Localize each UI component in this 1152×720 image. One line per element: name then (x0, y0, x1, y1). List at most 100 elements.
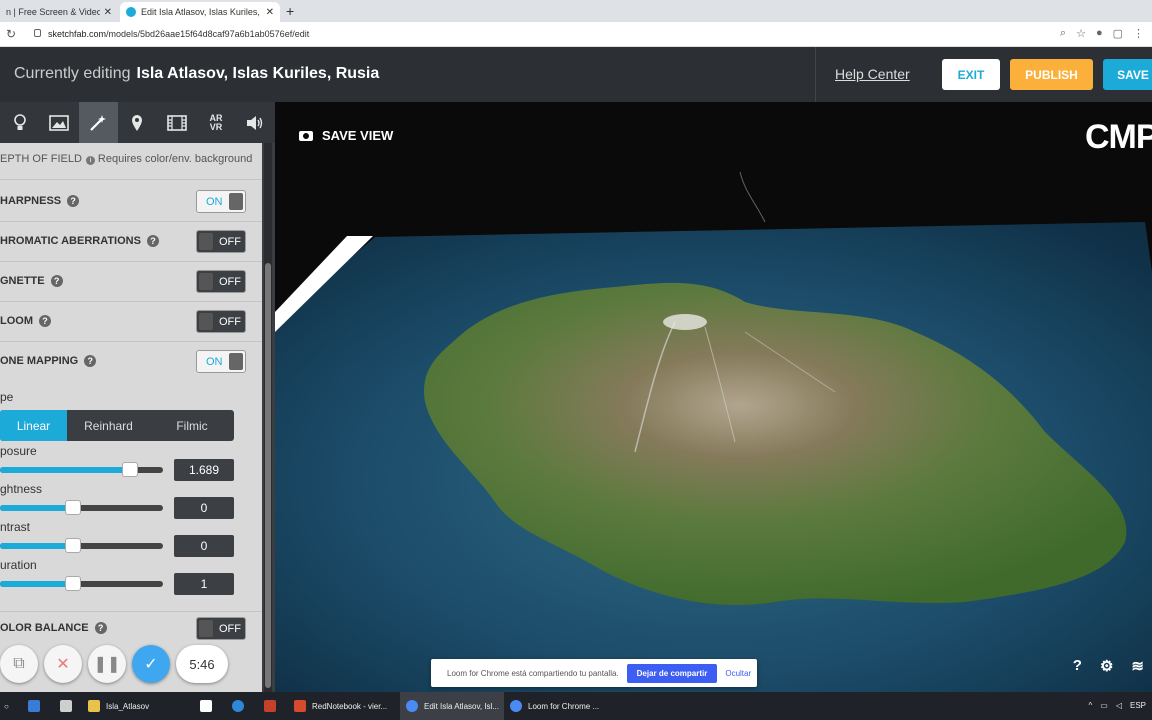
viewport-controls: ? ⚙ ≋ (1073, 657, 1144, 675)
lock-icon[interactable] (34, 29, 41, 37)
save-view-button[interactable]: SAVE VIEW (299, 128, 393, 143)
layers-icon[interactable]: ≋ (1131, 657, 1144, 675)
taskbar-item-folder[interactable]: Isla_Atlasov (88, 692, 188, 720)
file-icon[interactable] (200, 692, 218, 720)
divider (0, 341, 262, 342)
taskbar-item-chrome-loom[interactable]: Loom for Chrome ... (510, 692, 608, 720)
sharpness-label: HARPNESS? (0, 195, 80, 208)
contrast-slider[interactable] (0, 538, 163, 553)
app-icon[interactable] (264, 692, 282, 720)
slider-handle[interactable] (65, 538, 81, 553)
editing-prefix: Currently editing (14, 65, 131, 82)
exposure-slider[interactable] (0, 462, 163, 477)
finish-recording-icon[interactable]: ✓ (132, 645, 170, 683)
sound-icon[interactable] (236, 102, 275, 143)
save-button[interactable]: SAVE (1103, 59, 1152, 90)
contrast-value[interactable]: 0 (174, 535, 234, 557)
search-icon[interactable]: ○ (4, 692, 26, 720)
island-3d-model[interactable] (275, 102, 1152, 692)
bookmark-star-icon[interactable]: ☆ (1076, 27, 1086, 40)
sharpness-toggle[interactable]: ON (196, 190, 246, 213)
language-indicator[interactable]: ESP (1130, 701, 1146, 710)
slider-handle[interactable] (65, 576, 81, 591)
screen-share-banner: Loom for Chrome está compartiendo tu pan… (431, 659, 757, 687)
browser-tab-sketchfab[interactable]: Edit Isla Atlasov, Islas Kuriles, Ru ✕ (120, 2, 280, 22)
animation-icon[interactable] (157, 102, 196, 143)
camera-icon (299, 130, 313, 141)
edge-icon[interactable] (232, 692, 250, 720)
close-tab-icon[interactable]: ✕ (266, 7, 274, 18)
exposure-value[interactable]: 1.689 (174, 459, 234, 481)
help-icon[interactable]: ? (146, 235, 159, 248)
stop-sharing-button[interactable]: Dejar de compartir (626, 663, 718, 683)
tone-type-filmic[interactable]: Filmic (150, 410, 234, 441)
info-icon: i (85, 156, 95, 165)
brightness-value[interactable]: 0 (174, 497, 234, 519)
camera-toggle-icon[interactable]: ⧉ (0, 645, 38, 683)
color-balance-label: OLOR BALANCE? (0, 622, 107, 635)
network-icon[interactable]: ▭ (1100, 701, 1108, 710)
sketchfab-favicon-icon (126, 7, 136, 17)
bloom-toggle[interactable]: OFF (196, 310, 246, 333)
slider-handle[interactable] (65, 500, 81, 515)
browser-tab-loom[interactable]: n | Free Screen & Video Rec ✕ (0, 2, 118, 22)
model-viewport[interactable]: SAVE VIEW CMP ? ⚙ ≋ (275, 102, 1152, 692)
saturation-label: uration (0, 558, 37, 572)
brightness-slider[interactable] (0, 500, 163, 515)
settings-toolbar: AR VR (0, 102, 275, 143)
bloom-row: LOOM? OFF (0, 306, 262, 338)
taskbar-item-rednotebook[interactable]: RedNotebook - vier... (294, 692, 396, 720)
system-tray: ^ ▭ ◁ ESP (1089, 701, 1147, 710)
gear-icon[interactable]: ⚙ (1100, 657, 1113, 675)
background-icon[interactable] (39, 102, 78, 143)
help-icon[interactable]: ? (1073, 657, 1082, 675)
color-balance-row: OLOR BALANCE? OFF (0, 613, 262, 645)
extension-icon[interactable]: ● (1096, 27, 1103, 40)
divider (0, 179, 262, 180)
profile-icon[interactable]: ▢ (1113, 27, 1123, 40)
slider-handle[interactable] (122, 462, 138, 477)
help-icon[interactable]: ? (39, 315, 51, 328)
help-icon[interactable]: ? (84, 355, 97, 368)
store-icon[interactable] (60, 692, 78, 720)
tone-type-linear[interactable]: Linear (0, 410, 67, 441)
chrome-icon (510, 700, 522, 712)
annotations-icon[interactable] (118, 102, 157, 143)
saturation-value[interactable]: 1 (174, 573, 234, 595)
close-tab-icon[interactable]: ✕ (104, 7, 112, 18)
recording-timer: 5:46 (176, 645, 228, 683)
page-title: Currently editing Isla Atlasov, Islas Kur… (14, 65, 379, 83)
scrollbar-thumb[interactable] (265, 263, 271, 688)
save-view-label: SAVE VIEW (322, 128, 394, 143)
reload-icon[interactable]: ↻ (6, 27, 16, 41)
chrome-icon (406, 700, 418, 712)
menu-icon[interactable]: ⋮ (1133, 27, 1144, 40)
lighting-icon[interactable] (0, 102, 39, 143)
mail-icon[interactable] (28, 692, 46, 720)
chevron-up-icon[interactable]: ^ (1089, 701, 1093, 710)
arvr-icon[interactable]: AR VR (196, 102, 235, 143)
new-tab-button[interactable]: + (286, 3, 294, 19)
chromatic-aberrations-toggle[interactable]: OFF (196, 230, 246, 253)
help-icon[interactable]: ? (94, 622, 107, 635)
tone-type-reinhard[interactable]: Reinhard (67, 410, 150, 441)
url-path: /models/5bd26aae15f64d8caf97a6b1ab0576ef… (106, 29, 310, 39)
pause-icon[interactable]: ❚❚ (88, 645, 126, 683)
cancel-recording-icon[interactable]: ✕ (44, 645, 82, 683)
taskbar-item-chrome-edit[interactable]: Edit Isla Atlasov, Isl... (400, 692, 504, 720)
hide-banner-link[interactable]: Ocultar (725, 669, 751, 678)
help-icon[interactable]: ? (50, 275, 63, 288)
help-center-link[interactable]: Help Center (835, 66, 910, 82)
publish-button[interactable]: PUBLISH (1010, 59, 1093, 90)
tone-mapping-toggle[interactable]: ON (196, 350, 246, 373)
color-balance-toggle[interactable]: OFF (196, 617, 246, 640)
panel-scrollbar[interactable] (264, 143, 272, 692)
url-field[interactable]: sketchfab.com/models/5bd26aae15f64d8caf9… (48, 29, 309, 39)
help-icon[interactable]: ? (67, 195, 80, 208)
vignette-toggle[interactable]: OFF (196, 270, 246, 293)
post-processing-icon[interactable] (78, 102, 118, 143)
exit-button[interactable]: EXIT (942, 59, 1000, 90)
volume-icon[interactable]: ◁ (1116, 701, 1122, 710)
saturation-slider[interactable] (0, 576, 163, 591)
zoom-icon[interactable]: ⌕ (1060, 27, 1066, 40)
